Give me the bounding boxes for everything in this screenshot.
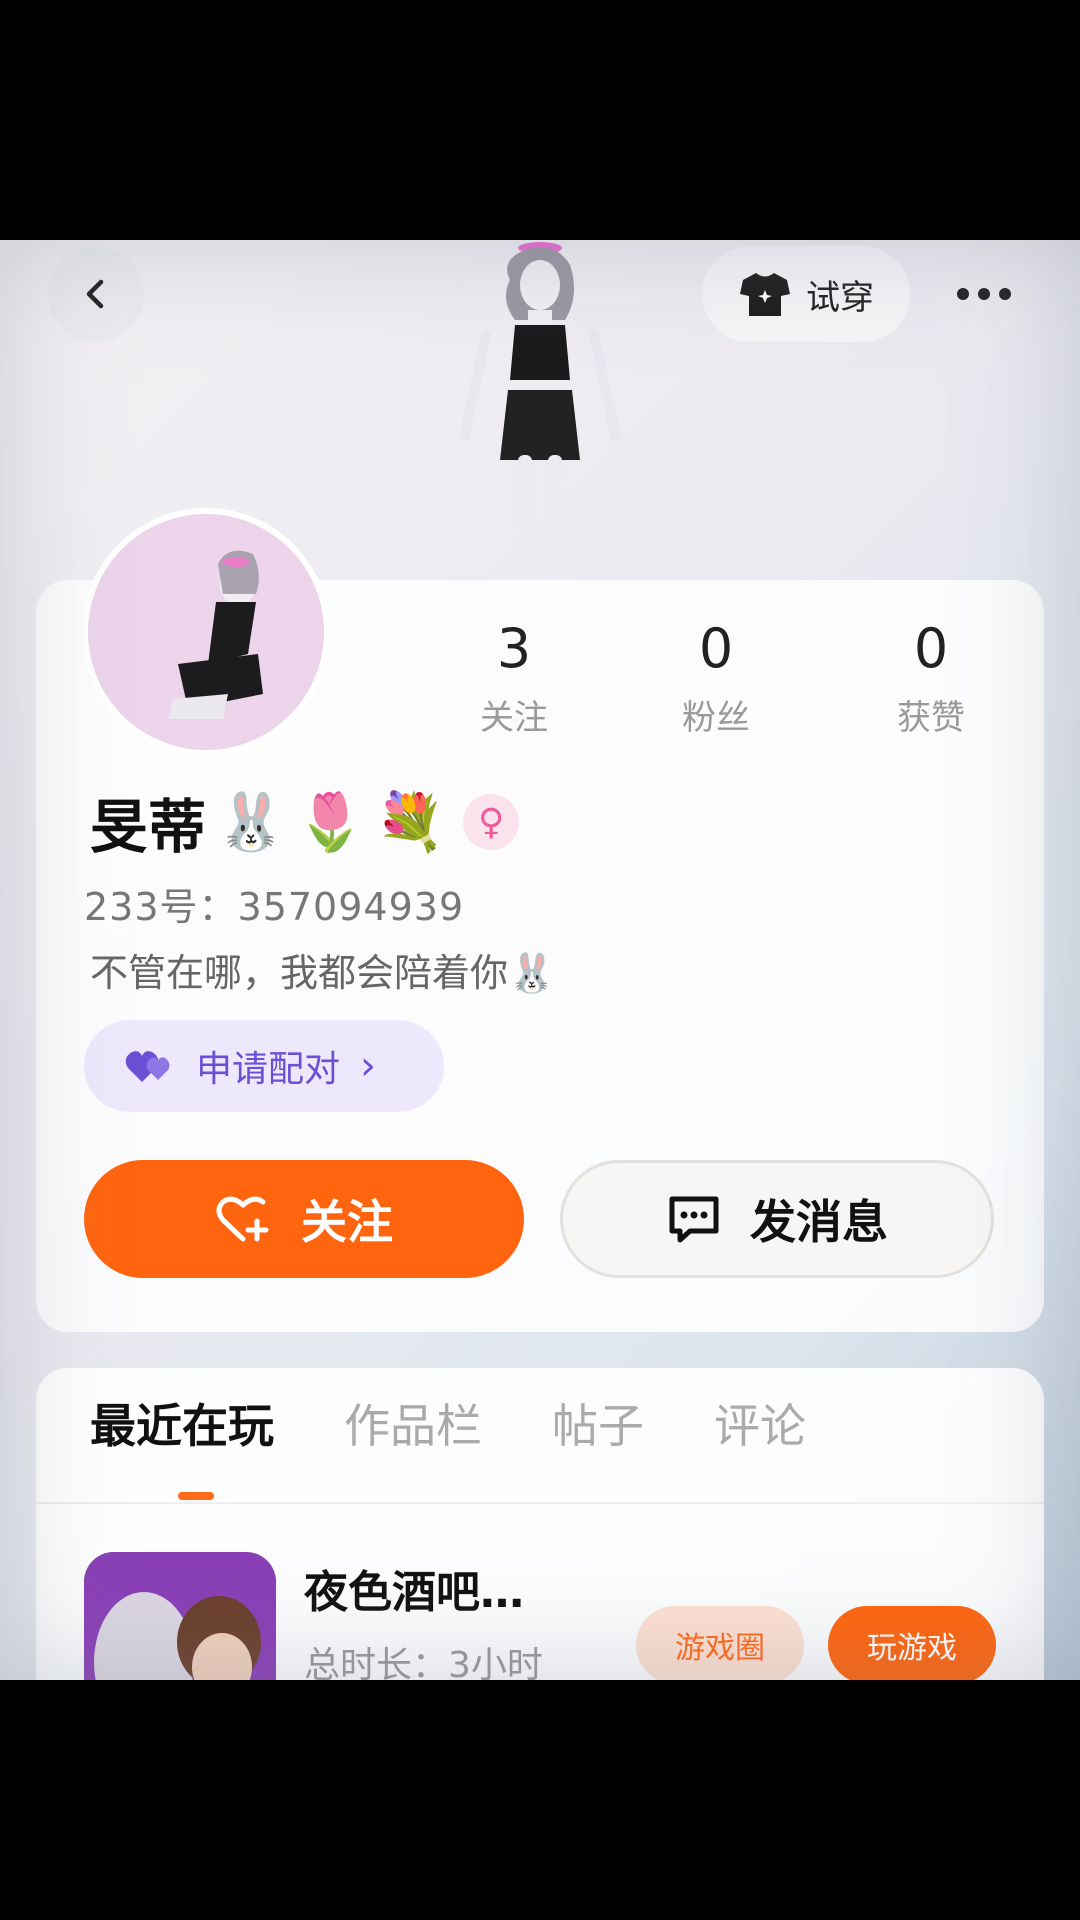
heart-plus-icon <box>216 1196 269 1242</box>
avatar[interactable] <box>82 508 330 756</box>
likes-stat[interactable]: 0 获赞 <box>856 614 1006 739</box>
try-on-label: 试穿 <box>806 277 874 318</box>
chevron-right-icon: › <box>360 1043 377 1089</box>
back-button[interactable] <box>48 246 144 342</box>
likes-count: 0 <box>913 617 949 680</box>
fans-stat[interactable]: 0 粉丝 <box>641 614 791 739</box>
game-title[interactable]: 夜色酒吧… <box>304 1556 524 1620</box>
game-art <box>84 1552 276 1680</box>
tab-works[interactable]: 作品栏 <box>344 1390 482 1456</box>
tab-divider <box>36 1502 1044 1504</box>
following-stat[interactable]: 3 关注 <box>439 614 589 739</box>
user-name: 旻蒂 <box>90 793 207 861</box>
following-count: 3 <box>496 617 532 680</box>
shirt-icon <box>740 273 790 316</box>
tab-comments[interactable]: 评论 <box>714 1390 806 1456</box>
female-icon: ♀ <box>463 794 520 850</box>
apply-pairing-button[interactable]: 申请配对 › <box>84 1020 444 1112</box>
tulip-emoji: 🌷 <box>295 790 366 855</box>
character-figure <box>459 242 621 585</box>
hearts-icon <box>125 1051 170 1082</box>
game-thumbnail[interactable] <box>84 1552 276 1680</box>
apply-pairing-label: 申请配对 <box>196 1049 341 1090</box>
fans-count: 0 <box>698 617 734 680</box>
send-message-button[interactable]: 发消息 <box>560 1160 994 1278</box>
follow-label: 关注 <box>301 1195 393 1249</box>
following-label: 关注 <box>480 698 548 738</box>
play-game-button[interactable]: 玩游戏 <box>828 1606 996 1680</box>
profile-screen: 试穿 3 关注 0 粉丝 0 获赞 旻蒂 🐰 🌷 💐 ♀ 233号：357094… <box>0 240 1080 1680</box>
game-circle-button[interactable]: 游戏圈 <box>636 1606 804 1680</box>
likes-label: 获赞 <box>897 698 965 738</box>
try-on-button[interactable]: 试穿 <box>702 246 910 342</box>
more-button[interactable] <box>936 246 1032 342</box>
chevron-left-icon <box>86 279 104 309</box>
more-dots-icon <box>957 288 1011 300</box>
name-row: 旻蒂 🐰 🌷 💐 ♀ <box>90 780 520 864</box>
tab-recently-played[interactable]: 最近在玩 <box>90 1390 274 1456</box>
fans-label: 粉丝 <box>682 698 750 738</box>
bouquet-emoji: 💐 <box>375 790 446 855</box>
user-bio: 不管在哪，我都会陪着你🐰 <box>90 951 556 995</box>
send-message-label: 发消息 <box>750 1195 888 1249</box>
user-id[interactable]: 233号：357094939 <box>84 876 464 931</box>
avatar-figure <box>168 550 263 719</box>
follow-button[interactable]: 关注 <box>84 1160 524 1278</box>
tab-posts[interactable]: 帖子 <box>552 1390 644 1456</box>
rabbit-emoji: 🐰 <box>216 790 286 855</box>
profile-tabs: 最近在玩 作品栏 帖子 评论 <box>90 1390 876 1456</box>
chat-bubble-icon <box>669 1196 719 1243</box>
game-playtime: 总时长：3小时 <box>304 1645 543 1680</box>
active-tab-indicator <box>178 1492 214 1500</box>
